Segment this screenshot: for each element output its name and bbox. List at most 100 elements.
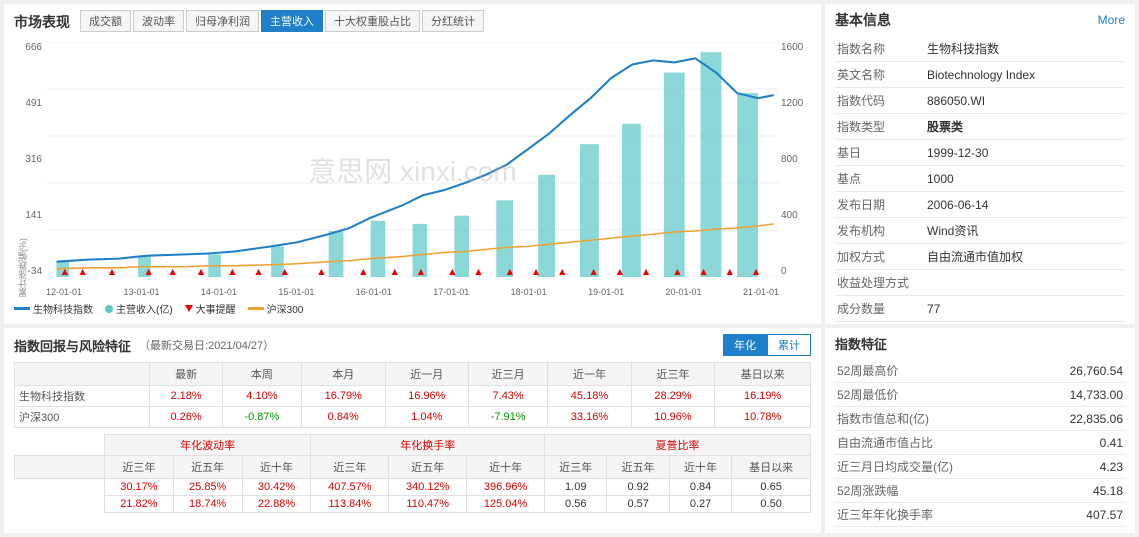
risk-col-10y-turn: 近十年 — [467, 456, 545, 479]
return-biotech-latest: 2.18% — [150, 386, 223, 407]
return-panel: 指数回报与风险特征 （最新交易日:2021/04/27） 年化 累计 最新 本周… — [4, 328, 821, 533]
return-panel-header: 指数回报与风险特征 （最新交易日:2021/04/27） 年化 累计 — [14, 334, 811, 356]
x-label-5: 17-01-01 — [433, 287, 469, 297]
char-label-1: 52周最低价 — [835, 383, 1031, 407]
return-subtitle: （最新交易日:2021/04/27） — [139, 337, 274, 353]
return-hs300-3m: -7.91% — [469, 407, 548, 428]
return-biotech-3m: 7.43% — [469, 386, 548, 407]
risk-col-3y-turn: 近三年 — [311, 456, 389, 479]
info-row-9: 收益处理方式 — [835, 270, 1125, 296]
info-value-0: 生物科技指数 — [925, 36, 1125, 62]
toggle-annualized[interactable]: 年化 — [723, 334, 767, 356]
info-row-4: 基日 1999-12-30 — [835, 140, 1125, 166]
risk-col-since-sharpe: 基日以来 — [732, 456, 811, 479]
return-hs300-week: -0.87% — [222, 407, 301, 428]
char-table: 52周最高价 26,760.54 52周最低价 14,733.00 指数市值总和… — [835, 359, 1125, 527]
legend-revenue-label: 主营收入(亿) — [116, 301, 173, 316]
info-label-6: 发布日期 — [835, 192, 925, 218]
return-col-week: 本周 — [222, 363, 301, 386]
toggle-cumulative[interactable]: 累计 — [767, 334, 811, 356]
char-label-0: 52周最高价 — [835, 359, 1031, 383]
info-value-8: 自由流通市值加权 — [925, 244, 1125, 270]
info-label-8: 加权方式 — [835, 244, 925, 270]
more-link[interactable]: More — [1098, 13, 1125, 27]
risk-col-5y-sharpe: 近五年 — [607, 456, 669, 479]
y-right-1200: 1200 — [781, 98, 803, 109]
risk-col-empty — [15, 456, 105, 479]
legend-event-label: 大事提醒 — [196, 301, 236, 316]
risk-r1-v0: 21.82% — [105, 496, 174, 513]
chart-legend: 生物科技指数 主营收入(亿) 大事提醒 沪深300 — [14, 301, 811, 316]
info-value-4: 1999-12-30 — [925, 140, 1125, 166]
info-value-9 — [925, 270, 1125, 296]
tab-fenhong[interactable]: 分红统计 — [422, 10, 484, 32]
return-hs300-1m: 1.04% — [385, 407, 469, 428]
legend-biotech-label: 生物科技指数 — [33, 301, 93, 316]
char-value-3: 0.41 — [1031, 431, 1125, 455]
return-col-1y: 近一年 — [548, 363, 632, 386]
char-panel: 指数特征 52周最高价 26,760.54 52周最低价 14,733.00 指… — [825, 328, 1135, 533]
char-value-2: 22,835.06 — [1031, 407, 1125, 431]
risk-r0-v2: 30.42% — [242, 479, 311, 496]
risk-col-10y-vol: 近十年 — [242, 456, 311, 479]
return-biotech-3y: 28.29% — [631, 386, 715, 407]
risk-row0-empty — [15, 479, 105, 496]
risk-r1-v8: 0.27 — [669, 496, 731, 513]
return-biotech-since: 16.19% — [715, 386, 811, 407]
info-label-5: 基点 — [835, 166, 925, 192]
x-label-9: 21-01-01 — [743, 287, 779, 297]
y-left-neg34: -34 — [28, 266, 42, 277]
risk-r1-v9: 0.50 — [732, 496, 811, 513]
risk-col-5y-vol: 近五年 — [173, 456, 242, 479]
risk-header-vol: 年化波动率 — [105, 435, 311, 456]
risk-header-turn: 年化换手率 — [311, 435, 545, 456]
info-table: 指数名称 生物科技指数 英文名称 Biotechnology Index 指数代… — [835, 36, 1125, 322]
char-value-6: 407.57 — [1031, 503, 1125, 527]
risk-r0-v6: 1.09 — [545, 479, 607, 496]
info-label-2: 指数代码 — [835, 88, 925, 114]
risk-r1-v7: 0.57 — [607, 496, 669, 513]
y-left-unit: 累计涨跌幅(%) — [18, 238, 28, 297]
risk-r1-v4: 110.47% — [389, 496, 467, 513]
legend-event-icon — [185, 305, 193, 312]
x-label-4: 16-01-01 — [356, 287, 392, 297]
info-value-7: Wind资讯 — [925, 218, 1125, 244]
return-row-hs300: 沪深300 0.26% -0.87% 0.84% 1.04% -7.91% 33… — [15, 407, 811, 428]
tab-top10[interactable]: 十大权重股占比 — [325, 10, 420, 32]
tab-guimu[interactable]: 归母净利润 — [186, 10, 259, 32]
info-row-6: 发布日期 2006-06-14 — [835, 192, 1125, 218]
char-label-5: 52周涨跌幅 — [835, 479, 1031, 503]
risk-r1-v6: 0.56 — [545, 496, 607, 513]
tab-bodonglv[interactable]: 波动率 — [133, 10, 184, 32]
legend-hs300: 沪深300 — [248, 301, 304, 316]
tab-chengjiaoe[interactable]: 成交额 — [80, 10, 131, 32]
char-value-1: 14,733.00 — [1031, 383, 1125, 407]
risk-table: 年化波动率 年化换手率 夏普比率 近三年 近五年 近十年 近三年 近五年 近十年 — [14, 434, 811, 513]
info-label-4: 基日 — [835, 140, 925, 166]
risk-row-1: 21.82% 18.74% 22.88% 113.84% 110.47% 125… — [15, 496, 811, 513]
y-right-0: 0 — [781, 266, 787, 277]
toggle-group: 年化 累计 — [723, 334, 811, 356]
info-row-3: 指数类型 股票类 — [835, 114, 1125, 140]
risk-section: 年化波动率 年化换手率 夏普比率 近三年 近五年 近十年 近三年 近五年 近十年 — [14, 434, 811, 513]
x-label-8: 20-01-01 — [666, 287, 702, 297]
info-row-0: 指数名称 生物科技指数 — [835, 36, 1125, 62]
x-label-0: 12-01-01 — [46, 287, 82, 297]
info-row-7: 发布机构 Wind资讯 — [835, 218, 1125, 244]
info-value-3: 股票类 — [925, 114, 1125, 140]
info-panel-header: 基本信息 More — [835, 10, 1125, 30]
info-value-2: 886050.WI — [925, 88, 1125, 114]
return-col-1m: 近一月 — [385, 363, 469, 386]
tab-zhuyingshouru[interactable]: 主营收入 — [261, 10, 323, 32]
risk-r0-v1: 25.85% — [173, 479, 242, 496]
risk-header-sharpe: 夏普比率 — [545, 435, 811, 456]
risk-r0-v8: 0.84 — [669, 479, 731, 496]
return-panel-title: 指数回报与风险特征 — [14, 336, 131, 355]
info-value-5: 1000 — [925, 166, 1125, 192]
risk-col-10y-sharpe: 近十年 — [669, 456, 731, 479]
market-panel: 市场表现 成交额 波动率 归母净利润 主营收入 十大权重股占比 分红统计 意思网… — [4, 4, 821, 324]
risk-row-0: 30.17% 25.85% 30.42% 407.57% 340.12% 396… — [15, 479, 811, 496]
char-label-6: 近三年年化换手率 — [835, 503, 1031, 527]
char-row-4: 近三月日均成交量(亿) 4.23 — [835, 455, 1125, 479]
info-row-8: 加权方式 自由流通市值加权 — [835, 244, 1125, 270]
